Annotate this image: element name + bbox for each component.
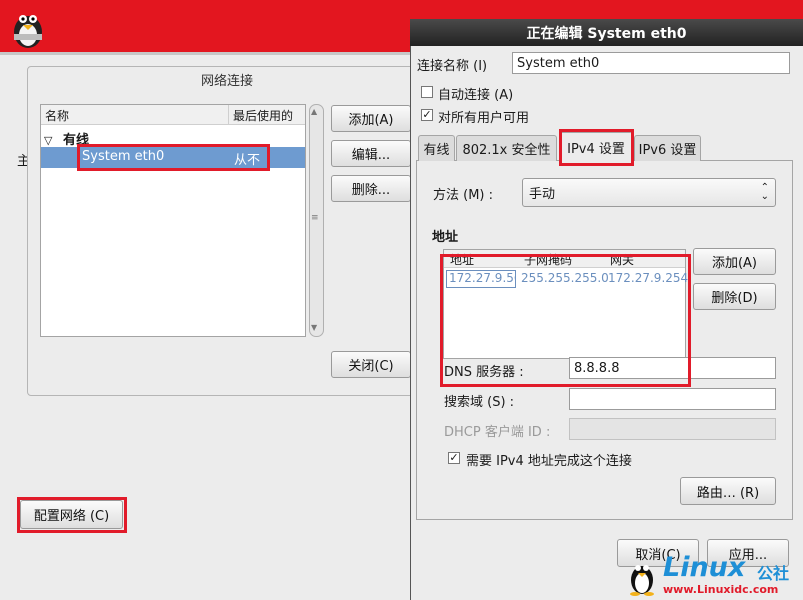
search-domain-input[interactable] [569, 388, 776, 410]
watermark-brand: Linux [663, 552, 746, 583]
scroll-down-icon[interactable]: ▼ [311, 323, 317, 332]
method-value: 手动 [529, 187, 556, 202]
connection-name-label: 连接名称 (I) [417, 59, 488, 74]
column-name[interactable]: 名称 [45, 107, 69, 124]
checkmark-icon: ✓ [449, 451, 459, 464]
highlight-box [440, 254, 691, 387]
edit-connection-button[interactable]: 编辑... [331, 140, 411, 167]
tab-8021x-security[interactable]: 802.1x 安全性 [456, 135, 557, 161]
column-divider [228, 105, 229, 124]
require-ipv4-checkbox[interactable]: ✓ [448, 452, 460, 464]
list-scrollbar[interactable]: ▲ ≡ ▼ [309, 104, 324, 337]
require-ipv4-label: 需要 IPv4 地址完成这个连接 [466, 454, 632, 469]
highlight-box [559, 129, 634, 166]
highlight-box [17, 497, 127, 533]
close-button[interactable]: 关闭(C) [331, 351, 411, 378]
address-section-title: 地址 [432, 230, 459, 245]
connection-name-input[interactable]: System eth0 [512, 52, 790, 74]
method-label: 方法 (M) : [433, 188, 494, 203]
routes-button[interactable]: 路由… (R) [680, 477, 776, 505]
scroll-grip-icon[interactable]: ≡ [311, 213, 319, 223]
watermark-suffix: 公社 [757, 564, 790, 583]
tux-penguin-icon [8, 6, 48, 50]
dhcp-client-id-label: DHCP 客户端 ID : [444, 425, 551, 440]
highlight-box [77, 144, 270, 171]
auto-connect-label: 自动连接 (A) [438, 88, 514, 103]
scroll-up-icon[interactable]: ▲ [311, 107, 317, 116]
dhcp-client-id-input[interactable] [569, 418, 776, 440]
tux-penguin-icon [627, 556, 657, 596]
address-delete-button[interactable]: 删除(D) [693, 283, 776, 310]
all-users-checkbox[interactable]: ✓ [421, 109, 433, 121]
tab-wired[interactable]: 有线 [418, 135, 455, 161]
search-domain-label: 搜索域 (S) : [444, 395, 515, 410]
connection-list-header: 名称 最后使用的 [41, 105, 305, 125]
watermark: Linux 公社 www.Linuxidc.com [627, 552, 801, 600]
dialog-title: 正在编辑 System eth0 [410, 19, 803, 46]
updown-arrows-icon: ⌃ ⌄ [760, 182, 769, 202]
column-last-used[interactable]: 最后使用的 [233, 107, 293, 124]
auto-connect-checkbox[interactable] [421, 86, 433, 98]
delete-connection-button[interactable]: 删除... [331, 175, 411, 202]
expander-down-icon[interactable]: ▽ [44, 134, 52, 147]
address-add-button[interactable]: 添加(A) [693, 248, 776, 275]
method-select[interactable]: 手动 ⌃ ⌄ [522, 178, 776, 207]
tab-ipv6-settings[interactable]: IPv6 设置 [634, 135, 701, 161]
watermark-url: www.Linuxidc.com [663, 583, 779, 596]
checkmark-icon: ✓ [422, 108, 432, 121]
all-users-label: 对所有用户可用 [438, 111, 530, 126]
add-connection-button[interactable]: 添加(A) [331, 105, 411, 132]
network-connections-title: 网络连接 [200, 74, 253, 89]
